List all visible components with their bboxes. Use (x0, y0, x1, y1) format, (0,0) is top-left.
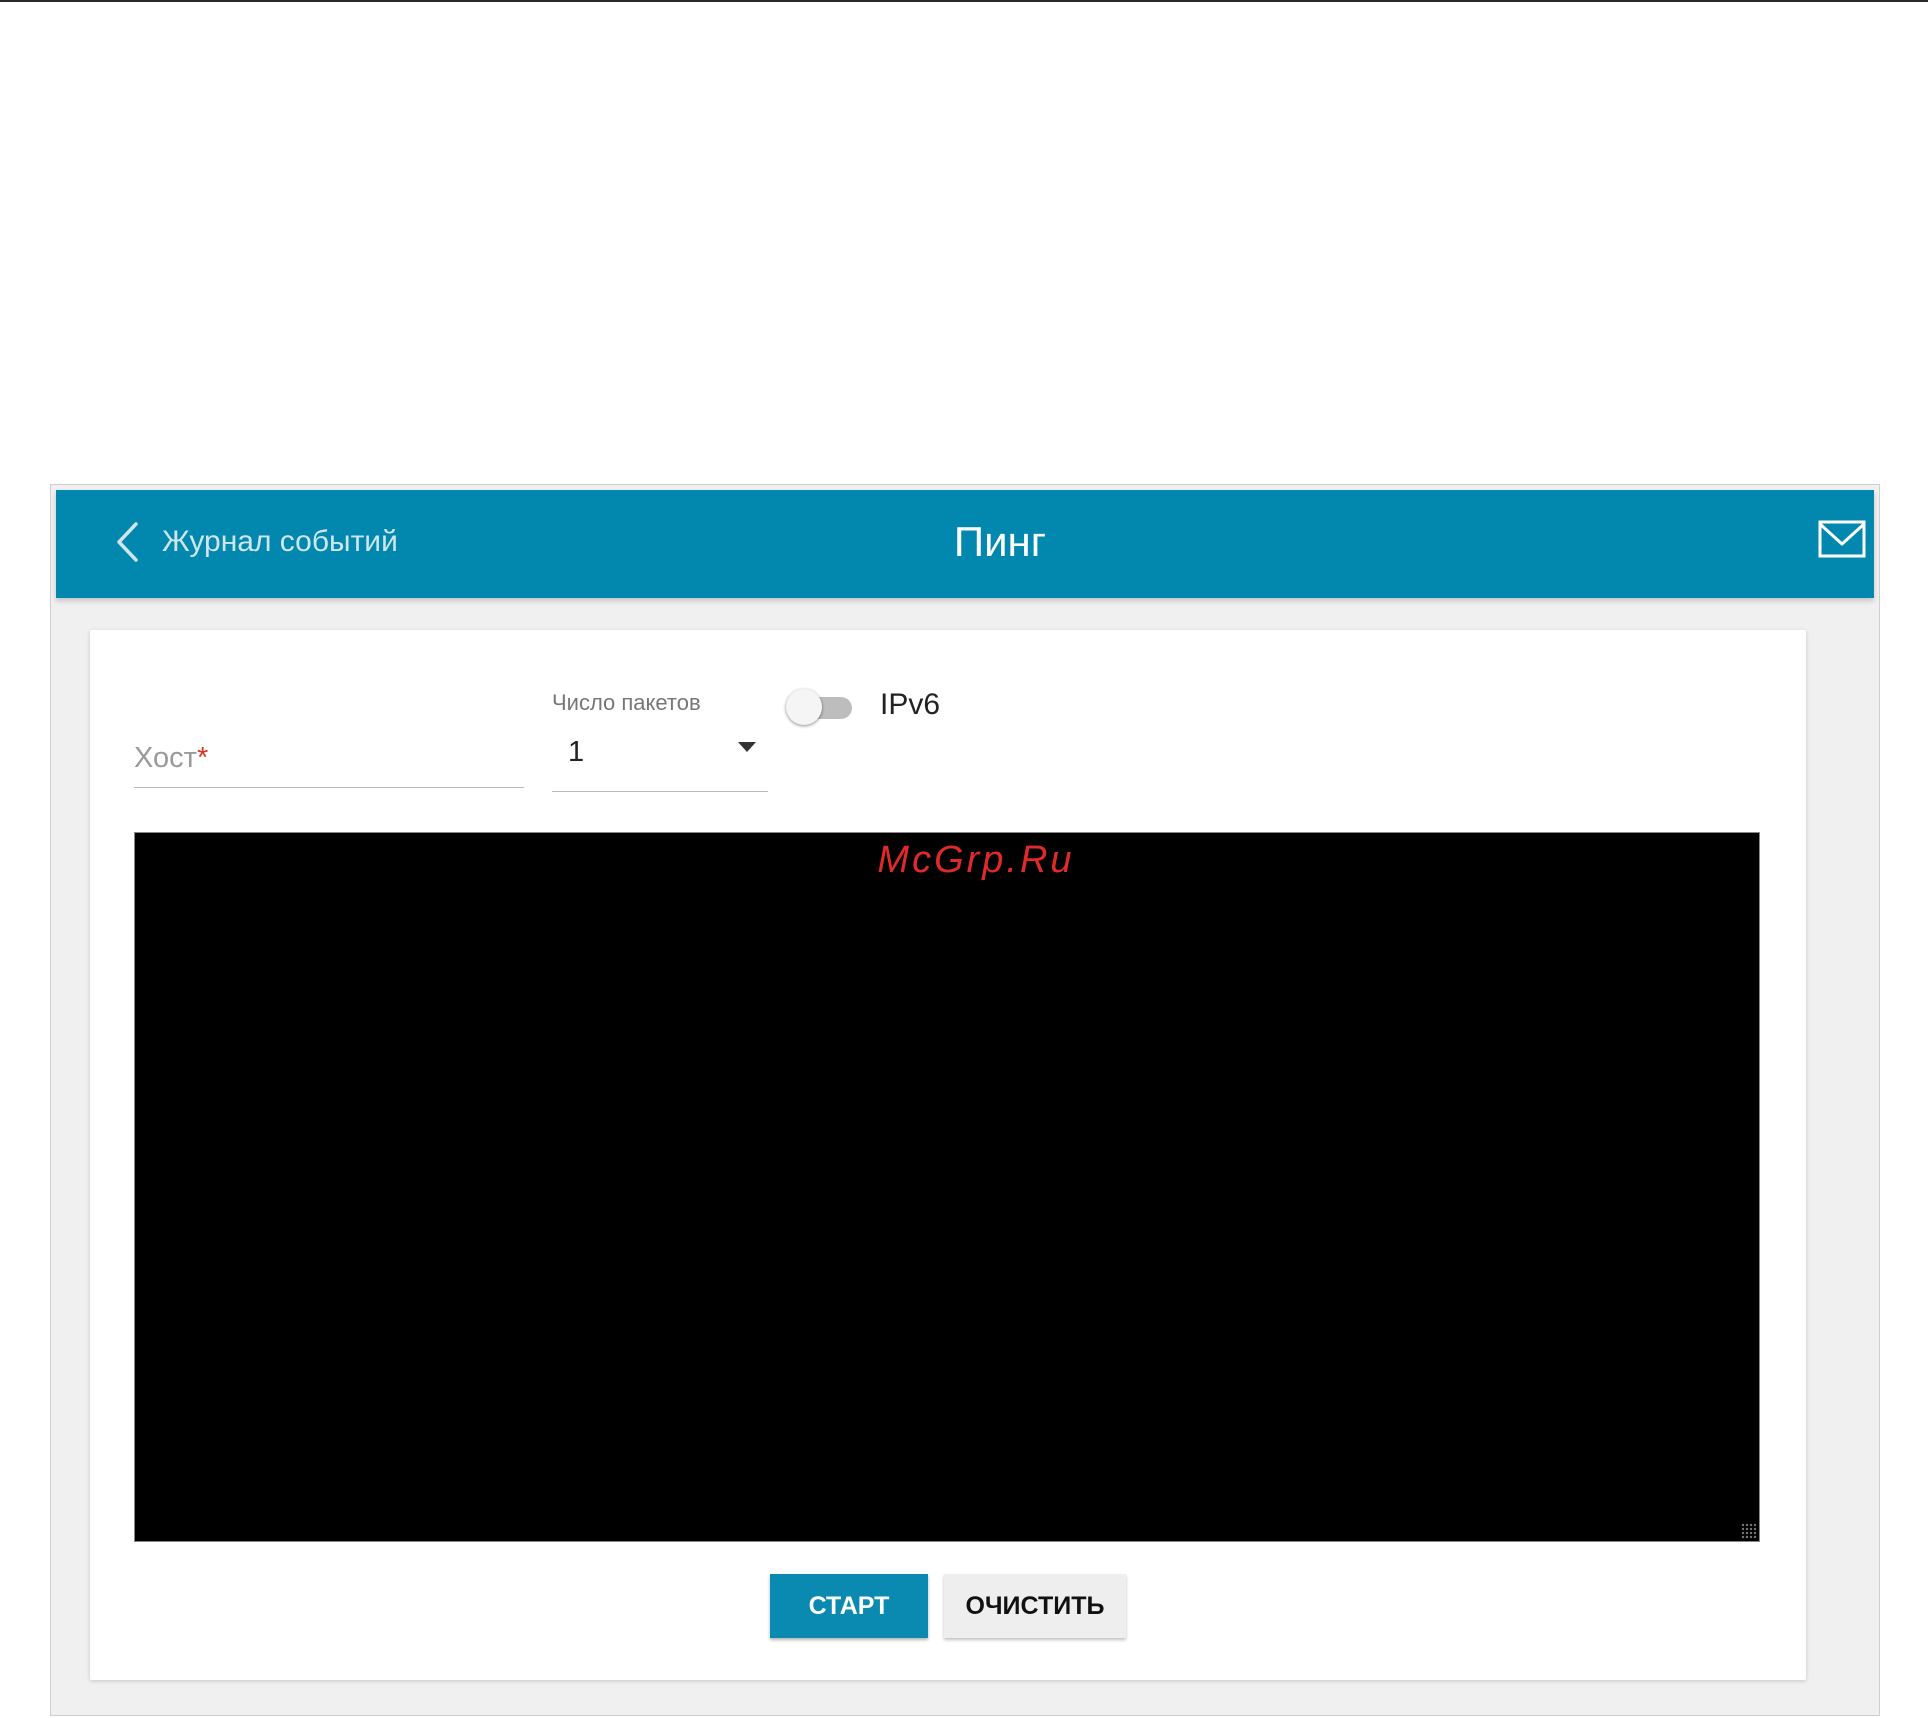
mail-icon[interactable] (1818, 520, 1866, 560)
ipv6-toggle[interactable] (786, 685, 852, 725)
host-label: Хост* (134, 742, 208, 775)
ipv6-label: IPv6 (880, 688, 941, 721)
page-title: Пинг (953, 518, 1047, 565)
chevron-down-icon (738, 742, 756, 752)
packets-underline (552, 791, 768, 792)
required-mark: * (196, 742, 209, 774)
packets-label: Число пакетов (552, 690, 701, 715)
host-label-text: Хост (134, 742, 197, 774)
clear-button[interactable]: ОЧИСТИТЬ (944, 1574, 1126, 1638)
watermark: McGrp.Ru (877, 839, 1075, 881)
ping-output-console[interactable]: McGrp.Ru (134, 832, 1760, 1542)
app-header: Журнал событий Пинг (56, 490, 1874, 598)
resize-grip-icon[interactable] (1741, 1523, 1757, 1539)
host-underline (134, 787, 524, 788)
start-button[interactable]: СТАРТ (770, 1574, 928, 1638)
top-rule (0, 0, 1928, 2)
host-input[interactable]: Хост* (134, 698, 524, 788)
toggle-thumb (786, 689, 822, 725)
packets-value: 1 (568, 736, 585, 768)
packets-select[interactable]: Число пакетов 1 (552, 690, 768, 792)
ping-card: Хост* Число пакетов 1 IPv6 McGrp.Ru СТАР… (90, 630, 1806, 1680)
